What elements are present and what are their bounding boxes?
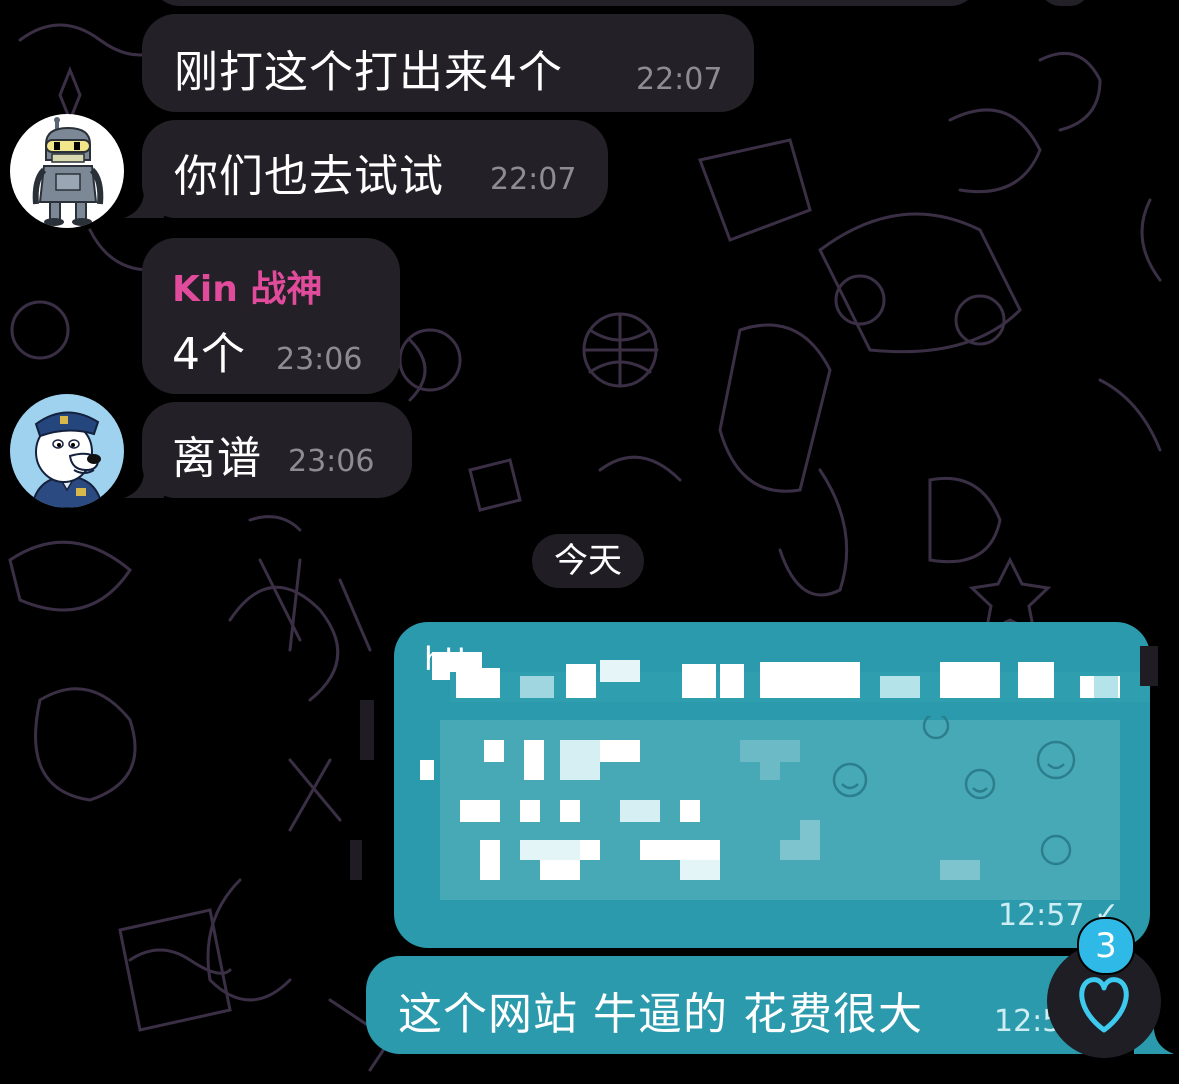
message-text: 刚打这个打出来4个 (174, 47, 563, 98)
incoming-message-4[interactable]: 离谱 23:06 (142, 402, 412, 498)
bender-avatar[interactable] (10, 114, 124, 228)
emoji-pattern (832, 716, 1076, 866)
message-time: 23:06 (276, 342, 363, 377)
bender-avatar-icon (32, 117, 104, 226)
message-text: 你们也去试试 (174, 151, 444, 202)
message-bubble-prev (150, 0, 980, 6)
sender-name[interactable]: Kin 战神 (172, 260, 322, 312)
message-time: 12:57 (998, 898, 1085, 933)
outgoing-message-2[interactable]: 这个网站 牛逼的 花费很大 12:5 (366, 956, 1150, 1054)
dog-police-avatar-icon (30, 411, 104, 508)
bubble-tail (124, 186, 164, 218)
date-separator: 今天 (532, 534, 644, 588)
message-text: 离谱 (172, 433, 262, 484)
message-time: 23:06 (288, 444, 375, 479)
dog-police-avatar[interactable] (10, 394, 124, 508)
incoming-message-2[interactable]: 你们也去试试 22:07 (142, 120, 608, 218)
message-time: 22:07 (636, 62, 723, 97)
message-text: 这个网站 牛逼的 花费很大 (398, 989, 923, 1040)
incoming-message-3[interactable]: Kin 战神 4个 23:06 (142, 238, 400, 394)
incoming-message-1[interactable]: 刚打这个打出来4个 22:07 (142, 14, 754, 112)
message-text: 4个 (172, 329, 246, 380)
reaction-count-badge[interactable]: 3 (1077, 917, 1135, 975)
message-time: 22:07 (490, 162, 577, 197)
bubble-tail (124, 466, 164, 498)
